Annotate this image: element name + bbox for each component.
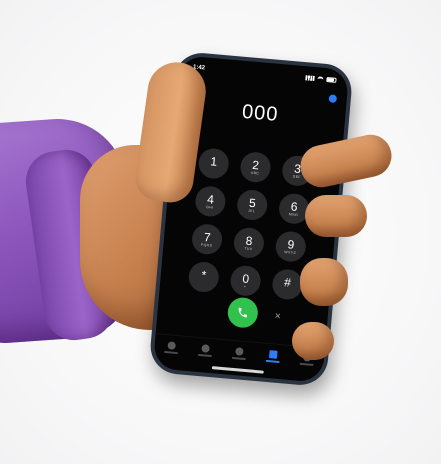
middle-finger: [305, 195, 367, 237]
status-icons: [305, 74, 337, 83]
add-contact-icon[interactable]: [328, 94, 338, 104]
key-digit: 8: [245, 233, 254, 248]
key-4[interactable]: 4 GHI: [194, 185, 227, 218]
tab-label-placeholder: [197, 353, 212, 358]
key-digit: 0: [241, 271, 250, 286]
key-letters: TUV: [244, 246, 253, 251]
tab-label-placeholder: [163, 350, 179, 355]
tab-label-placeholder: [231, 356, 246, 361]
key-hash[interactable]: #: [271, 268, 304, 301]
ring-finger: [300, 258, 348, 306]
key-2[interactable]: 2 ABC: [239, 150, 272, 184]
key-digit: 1: [209, 153, 218, 169]
contacts-icon: [235, 347, 244, 356]
wifi-icon: [317, 75, 324, 82]
key-letters: PQRS: [200, 242, 213, 248]
key-digit: 4: [206, 191, 215, 207]
key-digit: 6: [290, 198, 299, 214]
key-5[interactable]: 5 JKL: [235, 188, 269, 222]
key-star[interactable]: *: [187, 260, 221, 294]
key-digit: *: [201, 267, 207, 282]
delete-icon: ✕: [273, 310, 282, 321]
key-digit: 9: [287, 236, 295, 252]
key-digit: 5: [248, 195, 257, 210]
key-letters: ABC: [250, 170, 260, 176]
tab-recents[interactable]: [197, 344, 213, 358]
key-letters: GHI: [206, 204, 214, 210]
key-digit: 2: [251, 157, 260, 172]
star-icon: [167, 341, 177, 350]
phone-icon: [238, 307, 248, 318]
key-1[interactable]: 1: [197, 147, 230, 180]
battery-icon: [326, 76, 337, 83]
key-letters: MNO: [288, 211, 299, 217]
pinky-finger: [292, 322, 334, 360]
tab-label-placeholder: [299, 362, 314, 367]
keypad-icon: [268, 350, 278, 359]
key-7[interactable]: 7 PQRS: [190, 222, 224, 256]
key-digit: 7: [203, 229, 212, 245]
tab-label-placeholder: [265, 359, 280, 364]
key-8[interactable]: 8 TUV: [232, 226, 266, 260]
call-button[interactable]: [226, 296, 260, 329]
clock-icon: [201, 344, 210, 353]
tab-keypad[interactable]: [265, 350, 281, 364]
key-letters: JKL: [247, 208, 256, 213]
scene: 1:42 000 1 2 ABC 3 DEF 4 GHI 5 JKL 6 MNO…: [0, 0, 441, 464]
tab-contacts[interactable]: [231, 347, 247, 361]
key-letters: DEF: [292, 173, 302, 179]
delete-button[interactable]: ✕: [270, 308, 285, 323]
key-9[interactable]: 9 WXYZ: [274, 230, 307, 263]
key-0[interactable]: 0 +: [229, 264, 262, 298]
key-letters: +: [243, 284, 247, 289]
tab-favorites[interactable]: [163, 341, 179, 355]
key-letters: WXYZ: [284, 249, 297, 255]
home-indicator[interactable]: [211, 366, 264, 374]
signal-icon: [305, 74, 315, 81]
status-bar: 1:42: [193, 63, 337, 84]
key-digit: #: [283, 274, 292, 290]
